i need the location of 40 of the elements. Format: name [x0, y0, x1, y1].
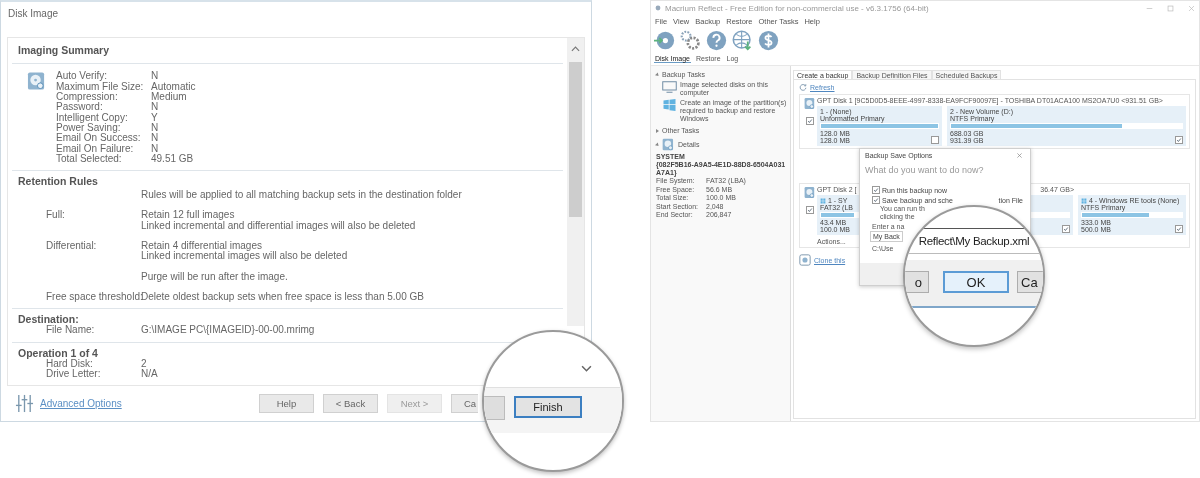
field-label: Password:	[56, 101, 103, 113]
field-value: Purge will be run after the image.	[141, 271, 289, 282]
field-value: Linked incremental images will also be deleted	[141, 251, 349, 262]
field-label: Maximum File Size:	[56, 80, 144, 92]
field-value: Medium	[151, 92, 188, 103]
field-value: G:\IMAGE PC\{IMAGEID}-00-00.mrimg	[141, 325, 316, 336]
field-value: Rules will be applied to all matching backup sets in the destination folder	[141, 190, 463, 201]
field-label: Intelligent Copy:	[56, 111, 128, 123]
field-label: Compression:	[56, 91, 118, 103]
field-label: File Name:	[46, 324, 95, 336]
field-value: N	[151, 122, 160, 133]
field-value: Retain 12 full images	[141, 210, 235, 221]
field-value: Automatic	[151, 81, 197, 92]
field-value: Y	[151, 112, 159, 123]
field-label: Email On Failure:	[56, 142, 134, 154]
window-title: Macrium Reflect - Free Edition for non-commercial use - v6.3.1756 (64-bit)	[665, 3, 930, 13]
field-label: Free space threshold:	[46, 290, 143, 302]
field-value: N	[151, 143, 160, 154]
section-heading: Imaging Summary	[12, 38, 563, 65]
field-label: Auto Verify:	[56, 70, 108, 82]
window-title: Disk Image	[7, 7, 59, 21]
field-value: N	[151, 102, 160, 113]
section-heading: Destination:	[17, 312, 79, 326]
field-value: 49.51 GB	[151, 153, 195, 165]
field-value: 2	[141, 358, 148, 369]
field-label: Email On Success:	[56, 132, 141, 144]
field-value: Linked incremental and differential images will also be deleted	[141, 220, 417, 231]
field-value: Delete oldest backup sets when free space is less than 5.00 GB	[141, 291, 425, 303]
dialog-question: What do you want to do now?	[865, 164, 985, 177]
field-value: Retain 4 differential images	[141, 241, 263, 252]
section-heading: Operation 1 of 4	[17, 345, 99, 359]
field-value: N	[151, 71, 160, 82]
section-heading: Retention Rules	[17, 174, 99, 188]
field-label: Hard Disk:	[46, 357, 93, 369]
field-value: N	[151, 133, 160, 144]
field-label: Total Selected:	[56, 152, 122, 164]
field-label: Differential:	[46, 240, 97, 251]
field-value: N/A	[141, 368, 159, 380]
field-label: Drive Letter:	[46, 367, 101, 379]
field-label: Full:	[46, 209, 65, 221]
